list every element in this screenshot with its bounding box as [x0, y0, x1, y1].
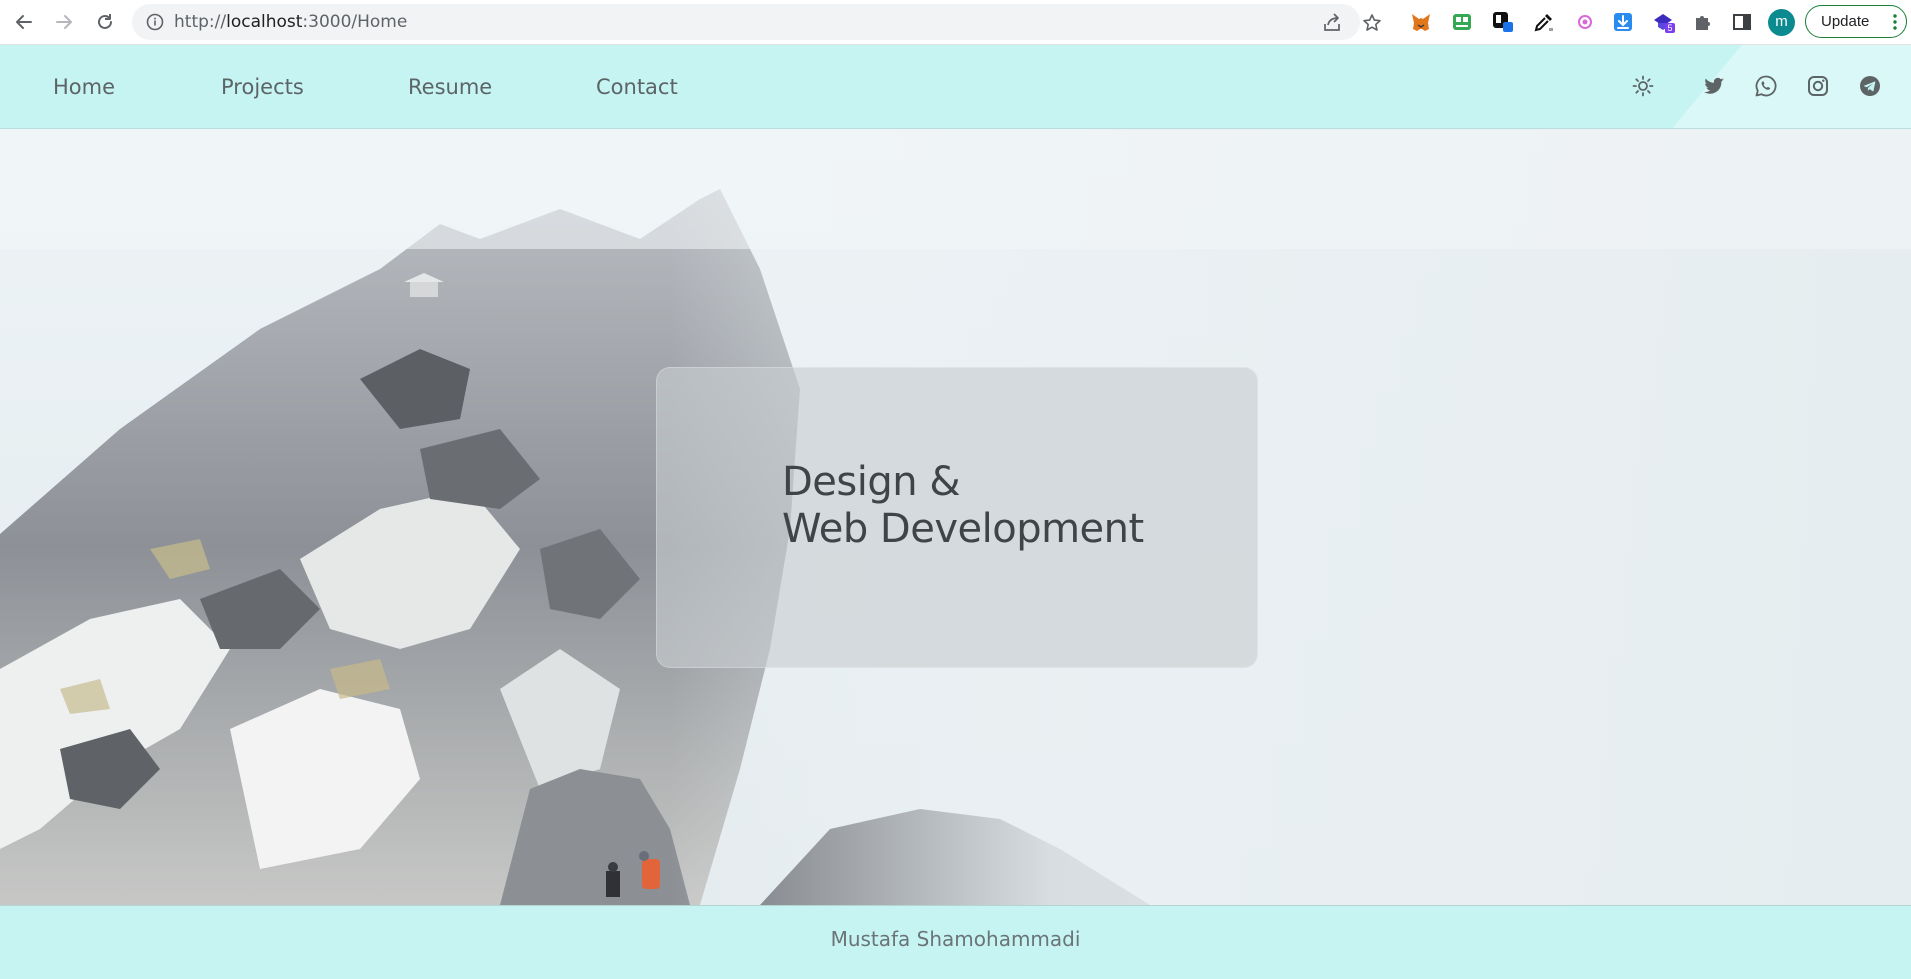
instagram-icon[interactable]: [1806, 74, 1830, 98]
sun-icon[interactable]: [1631, 74, 1655, 98]
hero-title-line1: Design &: [782, 459, 961, 505]
metamask-icon[interactable]: [1408, 9, 1434, 35]
site-info-icon[interactable]: [146, 13, 164, 31]
url-rest: :3000/Home: [302, 12, 408, 32]
whatsapp-icon[interactable]: [1754, 74, 1778, 98]
address-bar[interactable]: http://localhost:3000/Home: [132, 4, 1381, 40]
hero-title: Design & Web Development: [782, 459, 1144, 553]
extension-icon[interactable]: [1449, 9, 1475, 35]
extension-badge: 5: [1667, 23, 1672, 33]
site-header: Home Projects Resume Contact: [0, 45, 1911, 129]
browser-toolbar: http://localhost:3000/Home 5 m Update: [0, 0, 1911, 45]
side-panel-icon[interactable]: [1729, 9, 1755, 35]
nav-contact[interactable]: Contact: [596, 45, 678, 128]
extension-icon[interactable]: 5: [1651, 9, 1677, 35]
share-icon[interactable]: [1322, 13, 1342, 33]
kebab-menu-icon[interactable]: [1893, 13, 1897, 31]
twitter-icon[interactable]: [1702, 74, 1726, 98]
bookmark-star-icon[interactable]: [1362, 13, 1382, 33]
nav-home[interactable]: Home: [53, 45, 115, 128]
footer-credit: Mustafa Shamohammadi: [830, 927, 1081, 951]
nav-projects[interactable]: Projects: [221, 45, 304, 128]
site-footer: Mustafa Shamohammadi: [0, 905, 1911, 979]
puzzle-icon[interactable]: [1690, 9, 1716, 35]
hero-section: Design & Web Development: [0, 129, 1911, 905]
extension-icon[interactable]: [1490, 9, 1516, 35]
profile-avatar[interactable]: m: [1768, 9, 1795, 36]
url-text[interactable]: http://localhost:3000/Home: [174, 4, 407, 40]
hero-title-line2: Web Development: [782, 506, 1144, 552]
telegram-icon[interactable]: [1858, 74, 1882, 98]
url-prefix: http://: [174, 12, 227, 32]
forward-icon[interactable]: [51, 9, 77, 35]
update-button[interactable]: Update: [1805, 5, 1907, 38]
hero-card: Design & Web Development: [656, 367, 1258, 668]
download-icon[interactable]: [1610, 9, 1636, 35]
eyedropper-icon[interactable]: [1531, 9, 1557, 35]
back-icon[interactable]: [11, 9, 37, 35]
url-host: localhost: [226, 12, 303, 32]
extension-icon[interactable]: [1572, 9, 1598, 35]
nav-resume[interactable]: Resume: [408, 45, 492, 128]
reload-icon[interactable]: [92, 9, 118, 35]
update-label: Update: [1821, 13, 1870, 30]
